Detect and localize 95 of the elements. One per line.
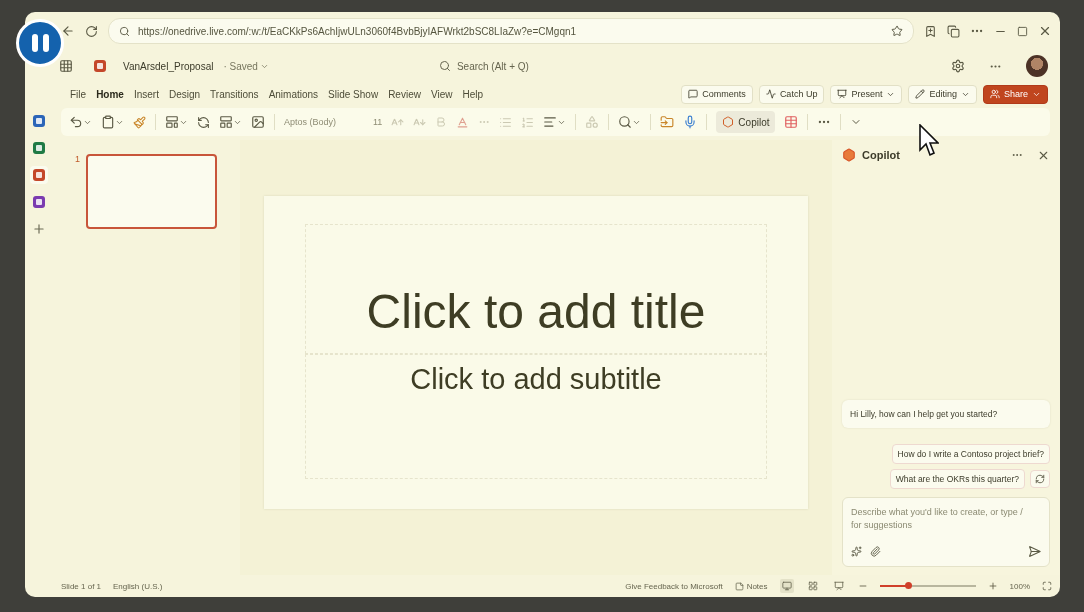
layout-icon[interactable] xyxy=(219,115,242,129)
editing-icon xyxy=(915,89,926,99)
bold-icon xyxy=(435,116,448,128)
ribbon-tab[interactable]: Transitions xyxy=(205,85,264,103)
slide-thumbnail[interactable] xyxy=(86,154,217,229)
suggestion-chip[interactable]: How do I write a Contoso project brief? xyxy=(891,444,1050,464)
apps-icon[interactable] xyxy=(784,115,799,129)
star-icon[interactable] xyxy=(891,25,903,37)
title-placeholder[interactable]: Click to add title xyxy=(305,224,767,354)
ribbon-tab[interactable]: Review xyxy=(383,85,426,103)
chat-input[interactable]: Describe what you'd like to create, or type / for suggestions xyxy=(851,506,1041,545)
pause-button[interactable] xyxy=(16,19,64,67)
ribbon-tab[interactable]: Animations xyxy=(263,85,324,103)
ribbon-tab[interactable]: File xyxy=(65,85,92,103)
ribbon-tab[interactable]: Help xyxy=(457,85,488,103)
slider-thumb[interactable] xyxy=(905,582,913,589)
attach-icon[interactable] xyxy=(870,546,881,557)
address-bar[interactable]: https://onedrive.live.com/:w:/t/EaCKkPs6AchIjwULn3060f4BvbBjyIAFWrkt2bSC8LIaZw?e=CMgqn1 xyxy=(108,18,914,44)
pane-title: Copilot xyxy=(862,149,900,161)
maximize-icon[interactable] xyxy=(1017,25,1028,37)
share-icon xyxy=(989,89,1000,99)
microphone-icon[interactable] xyxy=(683,115,698,129)
app-icon[interactable] xyxy=(30,112,48,130)
suggestion-chip[interactable]: What are the OKRs this quarter? xyxy=(889,469,1025,489)
notes-icon xyxy=(734,581,744,591)
paste-icon[interactable] xyxy=(101,115,124,129)
undo-icon[interactable] xyxy=(69,115,92,129)
copilot-logo-icon xyxy=(722,116,735,128)
font-name-field: Aptos (Body) xyxy=(284,117,364,127)
normal-view-icon xyxy=(781,581,792,591)
back-icon[interactable] xyxy=(61,24,75,38)
refresh-icon[interactable] xyxy=(85,24,98,38)
numbering-icon xyxy=(521,115,535,129)
ribbon-tab[interactable]: Insert xyxy=(128,85,164,103)
font-size-field: 11 xyxy=(373,117,383,127)
app-icon[interactable] xyxy=(30,166,48,184)
copilot-button[interactable]: Copilot xyxy=(716,111,776,133)
view-button[interactable] xyxy=(831,579,846,593)
action-button[interactable]: Catch Up xyxy=(758,84,825,104)
search-field[interactable]: Search (Alt + Q) xyxy=(438,60,779,72)
zoom-level[interactable]: 100% xyxy=(1009,581,1030,591)
chat-message: Hi Lilly, how can I help get you started? xyxy=(842,400,1050,428)
url-text: https://onedrive.live.com/:w:/t/EaCKkPs6AchIjwULn3060f4BvbBjyIAFWrkt2bSC8LIaZw?e=CMgqn1 xyxy=(138,25,578,37)
chat-composer[interactable]: Describe what you'd like to create, or type / for suggestions xyxy=(842,497,1050,567)
align-icon[interactable] xyxy=(543,115,567,129)
search-icon xyxy=(438,60,451,72)
language-status[interactable]: English (U.S.) xyxy=(113,581,163,591)
reading-view-icon xyxy=(833,581,844,591)
refresh-icon xyxy=(1035,474,1045,484)
sorter-view-icon xyxy=(807,581,818,591)
ribbon-tab[interactable]: Home xyxy=(91,85,129,103)
app-launcher-icon[interactable] xyxy=(59,59,73,73)
view-button[interactable] xyxy=(779,579,794,593)
action-button[interactable]: Present xyxy=(830,84,903,104)
notes-button[interactable]: Notes xyxy=(734,581,768,591)
action-button[interactable]: Comments xyxy=(681,84,753,104)
ribbon-tab[interactable]: Slide Show xyxy=(323,85,384,103)
catchup-icon xyxy=(765,89,776,99)
collections-icon[interactable] xyxy=(947,24,960,38)
settings-icon[interactable] xyxy=(951,59,965,73)
app-icon[interactable] xyxy=(30,193,48,211)
refresh-button[interactable] xyxy=(1030,470,1050,488)
designer-icon[interactable] xyxy=(660,115,675,129)
app-logo-icon xyxy=(93,59,107,73)
reuse-slide-icon[interactable] xyxy=(197,115,210,129)
feedback-link[interactable]: Give Feedback to Microsoft xyxy=(625,581,723,591)
file-name[interactable]: VanArsdel_Proposal xyxy=(123,60,214,72)
fit-icon[interactable] xyxy=(1042,581,1052,591)
font-color-icon xyxy=(456,115,470,129)
cursor-icon xyxy=(919,124,939,158)
new-slide-icon[interactable] xyxy=(165,115,188,129)
ribbon-tab[interactable]: Design xyxy=(163,85,206,103)
share-button[interactable]: Share xyxy=(982,84,1048,104)
format-painter-icon[interactable] xyxy=(133,115,146,129)
send-icon[interactable] xyxy=(1028,545,1041,558)
slide-count: Slide 1 of 1 xyxy=(61,581,102,591)
favorites-icon[interactable] xyxy=(924,24,937,38)
shapes-icon xyxy=(585,115,600,129)
save-status[interactable]: · Saved xyxy=(223,60,269,72)
avatar[interactable] xyxy=(1026,55,1048,77)
app-icon[interactable] xyxy=(30,139,48,157)
search-icon xyxy=(119,25,130,37)
image-icon[interactable] xyxy=(251,115,265,129)
copilot-logo-icon xyxy=(842,148,856,162)
action-button[interactable]: Editing xyxy=(908,84,977,104)
ribbon-tab[interactable]: View xyxy=(425,85,458,103)
present-icon xyxy=(837,89,848,99)
sparkle-icon[interactable] xyxy=(851,546,862,557)
slide-number: 1 xyxy=(75,154,80,164)
bullets-icon xyxy=(499,115,513,129)
find-icon[interactable] xyxy=(618,115,642,129)
zoom-in-icon[interactable] xyxy=(987,581,998,591)
subtitle-placeholder[interactable]: Click to add subtitle xyxy=(305,354,767,479)
comments-icon xyxy=(688,89,699,99)
close-icon[interactable] xyxy=(1038,24,1052,38)
